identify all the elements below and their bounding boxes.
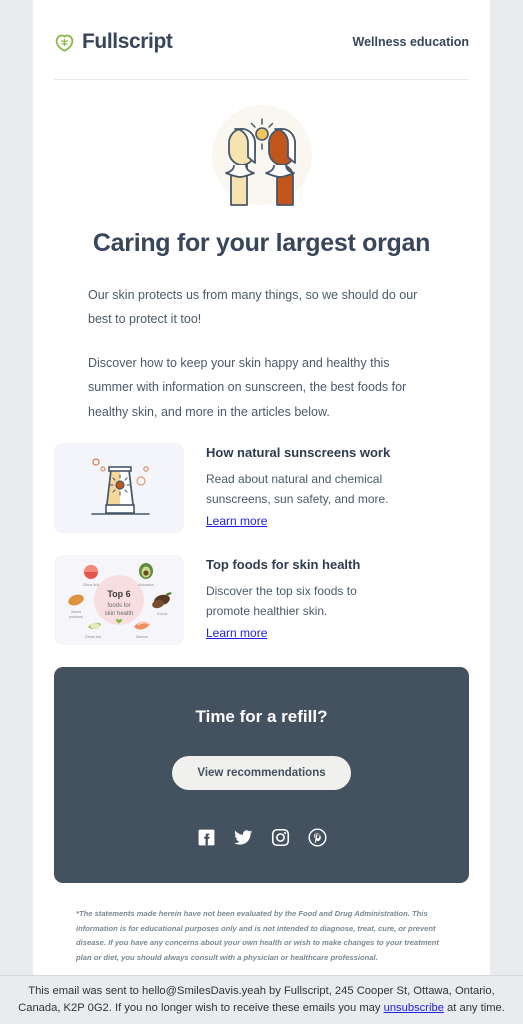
pinterest-icon[interactable] xyxy=(307,828,327,847)
article-list: How natural sunscreens work Read about n… xyxy=(54,442,469,645)
article-thumbnail[interactable]: Top 6 foods for skin health Citrus fruit… xyxy=(54,554,184,645)
svg-text:Cocoa: Cocoa xyxy=(157,612,167,616)
instagram-icon[interactable] xyxy=(271,828,290,847)
two-people-under-sun-illustration xyxy=(211,105,312,206)
article-card[interactable]: Top 6 foods for skin health Citrus fruit… xyxy=(54,554,469,645)
hero-section xyxy=(33,103,490,207)
article-title: How natural sunscreens work xyxy=(206,444,391,460)
svg-text:skin health: skin health xyxy=(105,611,134,617)
email-card: Fullscript Wellness education Caring for… xyxy=(33,0,490,975)
twitter-icon[interactable] xyxy=(233,828,253,847)
footer-text: This email was sent to hello@SmilesDavis… xyxy=(8,983,515,1018)
article-description: Read about natural and chemical sunscree… xyxy=(206,471,389,506)
footer-text-after: at any time. xyxy=(443,1002,505,1014)
page-title: Caring for your largest organ xyxy=(92,229,431,257)
sunscreen-tube-illustration xyxy=(54,442,184,533)
intro-paragraph-1: Our skin protects us from many things, s… xyxy=(88,288,418,327)
header-tagline: Wellness education xyxy=(352,35,469,49)
intro-copy: Our skin protects us from many things, s… xyxy=(88,283,435,424)
brand-logo[interactable]: Fullscript xyxy=(54,30,173,54)
intro-paragraph-2: Discover how to keep your skin happy and… xyxy=(88,355,407,419)
svg-text:Salmon: Salmon xyxy=(136,635,148,639)
header-divider xyxy=(54,79,469,80)
facebook-icon[interactable] xyxy=(197,828,216,847)
refill-title: Time for a refill? xyxy=(195,706,328,726)
refill-panel: Time for a refill? View recommendations xyxy=(54,666,469,883)
article-card[interactable]: How natural sunscreens work Read about n… xyxy=(54,442,469,533)
learn-more-link[interactable]: Learn more xyxy=(206,514,267,528)
legal-disclaimer: *The statements made herein have not bee… xyxy=(76,908,439,963)
article-description: Discover the top six foods to promote he… xyxy=(206,583,357,618)
svg-text:foods for: foods for xyxy=(107,603,130,609)
email-header: Fullscript Wellness education xyxy=(33,0,490,54)
svg-text:Citrus fruit: Citrus fruit xyxy=(83,583,99,587)
svg-text:potatoes: potatoes xyxy=(69,615,83,619)
svg-text:Green tea: Green tea xyxy=(85,635,101,639)
article-text: Top foods for skin health Discover the t… xyxy=(206,555,391,645)
svg-text:Top 6: Top 6 xyxy=(107,589,130,599)
top-six-foods-infographic: Top 6 foods for skin health Citrus fruit… xyxy=(54,554,184,645)
article-text: How natural sunscreens work Read about n… xyxy=(206,443,391,533)
svg-text:Avocados: Avocados xyxy=(138,583,154,587)
svg-text:Sweet: Sweet xyxy=(71,610,81,614)
leaf-heart-logo-icon xyxy=(55,34,74,52)
article-thumbnail[interactable] xyxy=(54,442,184,533)
learn-more-link[interactable]: Learn more xyxy=(206,626,267,640)
view-recommendations-button[interactable]: View recommendations xyxy=(172,755,351,790)
brand-name: Fullscript xyxy=(82,30,173,53)
unsubscribe-link[interactable]: unsubscribe xyxy=(384,1002,444,1014)
footer-bar: This email was sent to hello@SmilesDavis… xyxy=(0,975,523,1024)
social-links xyxy=(74,828,449,847)
article-title: Top foods for skin health xyxy=(206,556,361,572)
